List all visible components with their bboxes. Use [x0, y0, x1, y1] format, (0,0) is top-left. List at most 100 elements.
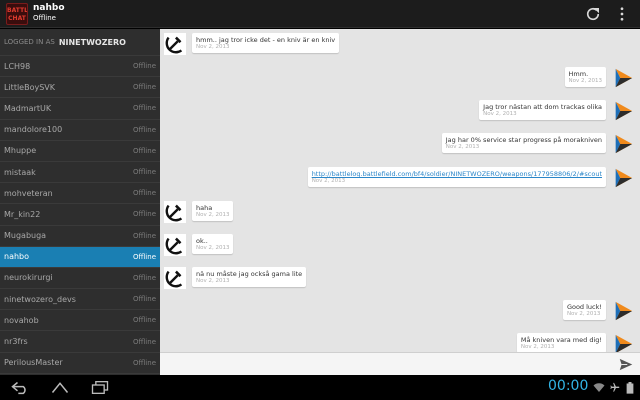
friend-status: Offline	[133, 168, 156, 177]
logged-in-label: LOGGED IN AS	[4, 38, 55, 46]
conversation-status: Offline	[33, 14, 56, 22]
message-bubble: ok.. Nov 2, 2013	[192, 234, 234, 254]
chat-messages[interactable]: hmm.. jag tror icke det - en kniv är en …	[160, 29, 640, 352]
logo-text-bottom: CHAT	[8, 15, 26, 22]
battery-icon	[626, 382, 634, 394]
message-timestamp: Nov 2, 2013	[196, 278, 230, 284]
message-bubble: haha Nov 2, 2013	[192, 201, 234, 221]
message-text: Hmm.	[568, 70, 589, 78]
send-icon[interactable]	[618, 357, 634, 372]
friend-name: MadmartUK	[4, 103, 52, 113]
message-timestamp: Nov 2, 2013	[311, 178, 346, 184]
message-text: hmm.. jag tror icke det - en kniv är en …	[196, 36, 336, 44]
friend-status: Offline	[133, 358, 156, 367]
friend-item-mandolore100[interactable]: mandolore100 Offline	[0, 119, 160, 141]
message-text: Jag tror nästan att dom trackas olika	[483, 103, 602, 111]
friend-name: neurokirurgi	[4, 273, 53, 283]
message-timestamp: Nov 2, 2013	[483, 111, 517, 117]
friend-name: Mhuppe	[4, 146, 37, 156]
friend-item-nahbo[interactable]: nahbo Offline	[0, 246, 160, 268]
friend-status: Offline	[133, 146, 156, 155]
friend-name: nr3frs	[4, 337, 28, 347]
friend-name: PerilousMaster	[4, 358, 63, 368]
battlefield-avatar-icon[interactable]	[612, 67, 634, 89]
hammer-sickle-avatar-icon[interactable]	[164, 267, 186, 289]
friend-item-mohveteran[interactable]: mohveteran Offline	[0, 183, 160, 205]
battlechat-logo-icon[interactable]: BATTLE CHAT	[6, 3, 28, 25]
friend-status: Offline	[133, 316, 156, 325]
hammer-sickle-avatar-icon[interactable]	[164, 33, 186, 55]
friend-status: Offline	[133, 295, 156, 304]
home-icon[interactable]	[50, 380, 70, 395]
friend-status: Offline	[133, 189, 156, 198]
friend-name: ninetwozero_devs	[4, 294, 76, 304]
friend-status: Offline	[133, 231, 156, 240]
recent-apps-icon[interactable]	[89, 380, 111, 395]
message-text: Jag har 0% service star progress på mora…	[445, 136, 602, 144]
chat-message-right: Må kniven vara med dig! Nov 2, 2013	[160, 333, 640, 352]
friends-sidebar[interactable]: LOGGED IN AS NINETWOZERO LCH98 Offline Lit…	[0, 29, 160, 375]
friend-item-nr3frs[interactable]: nr3frs Offline	[0, 331, 160, 353]
friend-item-littleboysvk[interactable]: LittleBoySVK Offline	[0, 77, 160, 99]
friend-name: mohveteran	[4, 188, 53, 198]
message-bubble: Jag tror nästan att dom trackas olika Nov…	[479, 100, 606, 120]
friend-status: Offline	[133, 104, 156, 113]
battlefield-avatar-icon[interactable]	[612, 100, 634, 122]
back-icon[interactable]	[10, 380, 30, 395]
message-timestamp: Nov 2, 2013	[196, 212, 230, 218]
friend-name: mandolore100	[4, 125, 63, 135]
battlefield-avatar-icon[interactable]	[612, 300, 634, 322]
friend-status: Offline	[133, 337, 156, 346]
message-timestamp: Nov 2, 2013	[520, 344, 555, 350]
battlefield-avatar-icon[interactable]	[612, 333, 634, 352]
friend-list: LCH98 Offline LittleBoySVK Offline MadmartUK…	[0, 56, 160, 375]
message-input[interactable]	[166, 356, 606, 372]
friend-status: Offline	[133, 252, 156, 261]
logo-text-top: BATTLE	[7, 7, 28, 14]
message-timestamp: Nov 2, 2013	[196, 44, 230, 50]
chat-message-right: Jag tror nästan att dom trackas olika Nov…	[160, 100, 640, 124]
battlefield-avatar-icon[interactable]	[612, 167, 634, 189]
message-bubble: hmm.. jag tror icke det - en kniv är en …	[192, 33, 340, 53]
message-text: Må kniven vara med dig!	[520, 336, 602, 344]
friend-item-lch98[interactable]: LCH98 Offline	[0, 56, 160, 78]
chat-message-right: http://battlelog.battlefield.com/bf4/sol…	[160, 167, 640, 191]
message-bubble: Good luck! Nov 2, 2013	[562, 300, 606, 320]
airplane-icon	[610, 382, 620, 392]
chat-message-left: hmm.. jag tror icke det - en kniv är en …	[160, 33, 640, 57]
message-text: Good luck!	[566, 303, 602, 311]
friend-item-mr-kin22[interactable]: Mr_kin22 Offline	[0, 204, 160, 226]
hammer-sickle-avatar-icon[interactable]	[164, 201, 186, 223]
refresh-icon[interactable]	[584, 5, 602, 23]
system-navigation-bar: 00:00	[0, 375, 640, 400]
friend-name: Mugabuga	[4, 231, 47, 241]
friend-item-mistaak[interactable]: mistaak Offline	[0, 161, 160, 184]
message-bubble: Hmm. Nov 2, 2013	[564, 67, 606, 87]
friend-status: Offline	[133, 62, 156, 71]
friend-item-mugabuga[interactable]: Mugabuga Offline	[0, 225, 160, 247]
message-timestamp: Nov 2, 2013	[445, 144, 480, 150]
friend-item-ninetwozero-devs[interactable]: ninetwozero_devs Offline	[0, 289, 160, 311]
wifi-icon	[593, 383, 605, 392]
message-text: nä nu måste jag också gama lite	[196, 270, 303, 278]
chat-message-left: nä nu måste jag också gama lite Nov 2, 20…	[160, 267, 640, 291]
overflow-menu-icon[interactable]	[616, 5, 628, 23]
friend-status: Offline	[133, 125, 156, 134]
friend-item-perilousmaster[interactable]: PerilousMaster Offline	[0, 352, 160, 374]
friend-item-novahob[interactable]: novahob Offline	[0, 310, 160, 332]
action-bar: BATTLE CHAT nahbo Offline	[0, 0, 640, 28]
hammer-sickle-avatar-icon[interactable]	[164, 234, 186, 256]
friend-item-madmartuk[interactable]: MadmartUK Offline	[0, 98, 160, 120]
friend-item-neurokirurgi[interactable]: neurokirurgi Offline	[0, 267, 160, 290]
message-link[interactable]: http://battlelog.battlefield.com/bf4/sol…	[312, 170, 602, 178]
friend-name: mistaak	[4, 167, 36, 177]
logged-in-username: NINETWOZERO	[58, 37, 126, 47]
battlefield-avatar-icon[interactable]	[612, 133, 634, 155]
friend-status: Offline	[133, 83, 156, 92]
chat-message-left: haha Nov 2, 2013	[160, 201, 640, 225]
chat-message-right: Hmm. Nov 2, 2013	[160, 67, 640, 91]
friend-item-mhuppe[interactable]: Mhuppe Offline	[0, 140, 160, 162]
message-timestamp: Nov 2, 2013	[566, 311, 601, 317]
message-compose-bar	[160, 352, 640, 375]
message-text: ok..	[196, 237, 208, 245]
